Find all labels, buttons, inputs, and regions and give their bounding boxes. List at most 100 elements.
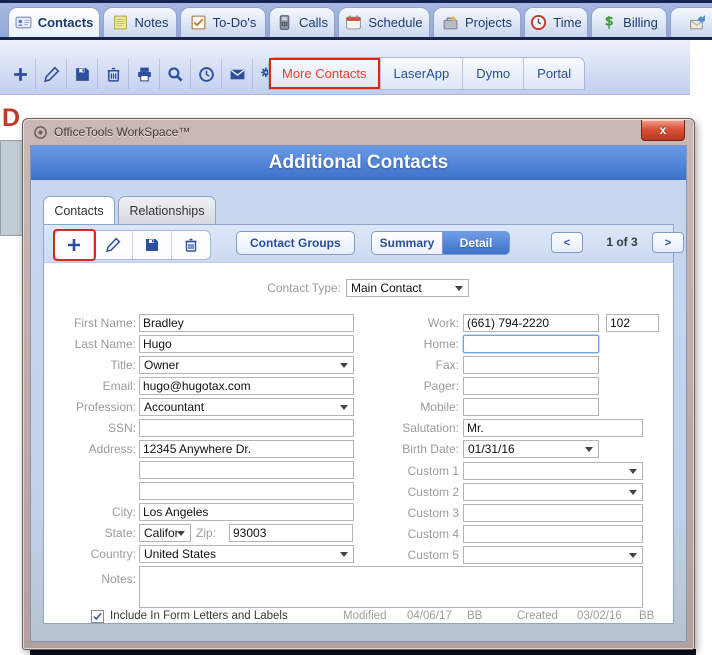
tab-label: To-Do's <box>212 15 257 30</box>
dialog-header: Additional Contacts <box>31 146 686 180</box>
tab-schedule[interactable]: Schedule <box>338 7 430 37</box>
trash-icon <box>185 238 197 252</box>
dropdown-arrow-icon <box>629 468 637 474</box>
home-phone-input[interactable] <box>463 335 599 353</box>
save-icon <box>75 67 89 81</box>
clock-icon <box>530 14 547 31</box>
prev-record-button[interactable]: < <box>551 232 583 253</box>
contacts-card-icon <box>15 14 32 31</box>
tab-billing[interactable]: Billing <box>591 7 667 37</box>
close-icon: x <box>659 123 667 137</box>
birth-date-select[interactable]: 01/31/16 <box>463 440 599 458</box>
dropdown-arrow-icon <box>629 552 637 558</box>
save-contact-button[interactable] <box>133 231 172 259</box>
tab-documents-clipped[interactable]: D <box>670 7 712 37</box>
history-button[interactable] <box>191 59 222 89</box>
created-label: Created <box>517 610 558 622</box>
calendar-icon <box>345 14 362 31</box>
mobile-label: Mobile: <box>420 400 459 414</box>
custom2-select[interactable] <box>463 483 643 501</box>
tab-calls[interactable]: Calls <box>269 7 335 37</box>
delete-contact-button[interactable] <box>172 231 210 259</box>
tab-label: Projects <box>465 15 512 30</box>
contact-type-row: Contact Type: Main Contact <box>44 279 673 297</box>
tab-label: Time <box>553 15 582 30</box>
print-icon <box>137 67 151 81</box>
plus-icon <box>68 239 80 251</box>
contact-groups-button[interactable]: Contact Groups <box>236 231 355 255</box>
salutation-input[interactable] <box>463 419 643 437</box>
summary-button[interactable]: Summary <box>372 232 443 254</box>
custom4-label: Custom 4 <box>407 527 459 541</box>
work-label: Work: <box>427 316 459 330</box>
toolbar-icon-row <box>5 59 283 89</box>
phone-icon <box>276 14 293 31</box>
detail-button[interactable]: Detail <box>443 232 509 254</box>
close-button[interactable]: x <box>641 120 685 141</box>
custom5-select[interactable] <box>463 546 643 564</box>
print-button[interactable] <box>129 59 160 89</box>
chevron-left-icon: < <box>563 236 571 249</box>
pager-label: Pager: <box>423 379 459 393</box>
search-icon <box>167 66 183 82</box>
main-toolbar: More Contacts LaserApp Dymo Portal <box>0 40 690 95</box>
trash-icon <box>107 67 119 82</box>
dialog-body: Additional Contacts Contacts Relationshi… <box>30 145 687 642</box>
work-extension-input[interactable] <box>606 314 659 332</box>
custom3-input[interactable] <box>463 504 643 522</box>
tab-projects[interactable]: Projects <box>433 7 521 37</box>
dialog-titlebar: OfficeTools WorkSpace™ <box>23 119 694 145</box>
work-phone-row: Work: <box>44 314 673 332</box>
plus-icon <box>13 67 27 81</box>
dymo-button[interactable]: Dymo <box>462 58 523 89</box>
new-button[interactable] <box>5 59 36 89</box>
next-record-button[interactable]: > <box>652 232 684 253</box>
tab-contacts[interactable]: Contacts <box>8 7 100 37</box>
include-form-letters-checkbox[interactable] <box>91 610 104 623</box>
contact-type-select[interactable]: Main Contact <box>346 279 469 297</box>
notes-input[interactable] <box>139 566 643 608</box>
salutation-label: Salutation: <box>402 421 459 435</box>
dialog-title: OfficeTools WorkSpace™ <box>54 125 191 139</box>
mail-icon <box>230 69 244 79</box>
modified-initials: BB <box>467 610 483 622</box>
tab-label: Calls <box>299 15 328 30</box>
add-contact-button[interactable] <box>55 231 94 259</box>
custom1-select[interactable] <box>463 462 643 480</box>
fax-input[interactable] <box>463 356 599 374</box>
screen: Contacts Notes To-Do's Calls Schedule Pr… <box>0 0 712 655</box>
laserapp-button[interactable]: LaserApp <box>379 58 463 89</box>
email-button[interactable] <box>222 59 253 89</box>
note-icon <box>112 14 129 31</box>
tab-label: Contacts <box>37 15 94 30</box>
dropdown-arrow-icon <box>585 446 593 452</box>
more-contacts-button[interactable]: More Contacts <box>271 60 378 87</box>
edit-button[interactable] <box>36 59 67 89</box>
background-partial-text: D <box>2 104 21 132</box>
pager-input[interactable] <box>463 377 599 395</box>
record-icon-group <box>54 230 211 260</box>
todo-icon <box>190 14 207 31</box>
created-initials: BB <box>639 610 655 622</box>
edit-contact-button[interactable] <box>94 231 133 259</box>
dialog-tab-relationships[interactable]: Relationships <box>118 196 216 224</box>
modified-date: 04/06/17 <box>407 610 452 622</box>
dialog-tab-contacts[interactable]: Contacts <box>43 196 115 224</box>
custom4-input[interactable] <box>463 525 643 543</box>
mobile-input[interactable] <box>463 398 599 416</box>
tab-label: Notes <box>134 15 169 30</box>
birth-date-label: Birth Date: <box>402 442 459 456</box>
delete-button[interactable] <box>98 59 129 89</box>
tab-notes[interactable]: Notes <box>103 7 177 37</box>
save-button[interactable] <box>67 59 98 89</box>
view-toggle: Summary Detail <box>371 231 510 255</box>
tab-todos[interactable]: To-Do's <box>180 7 266 37</box>
custom1-label: Custom 1 <box>407 464 459 478</box>
notes-label: Notes: <box>101 572 136 586</box>
chevron-right-icon: > <box>664 236 672 249</box>
search-button[interactable] <box>160 59 191 89</box>
work-phone-input[interactable] <box>463 314 599 332</box>
dropdown-arrow-icon <box>629 489 637 495</box>
portal-button[interactable]: Portal <box>523 58 584 89</box>
tab-time[interactable]: Time <box>524 7 588 37</box>
